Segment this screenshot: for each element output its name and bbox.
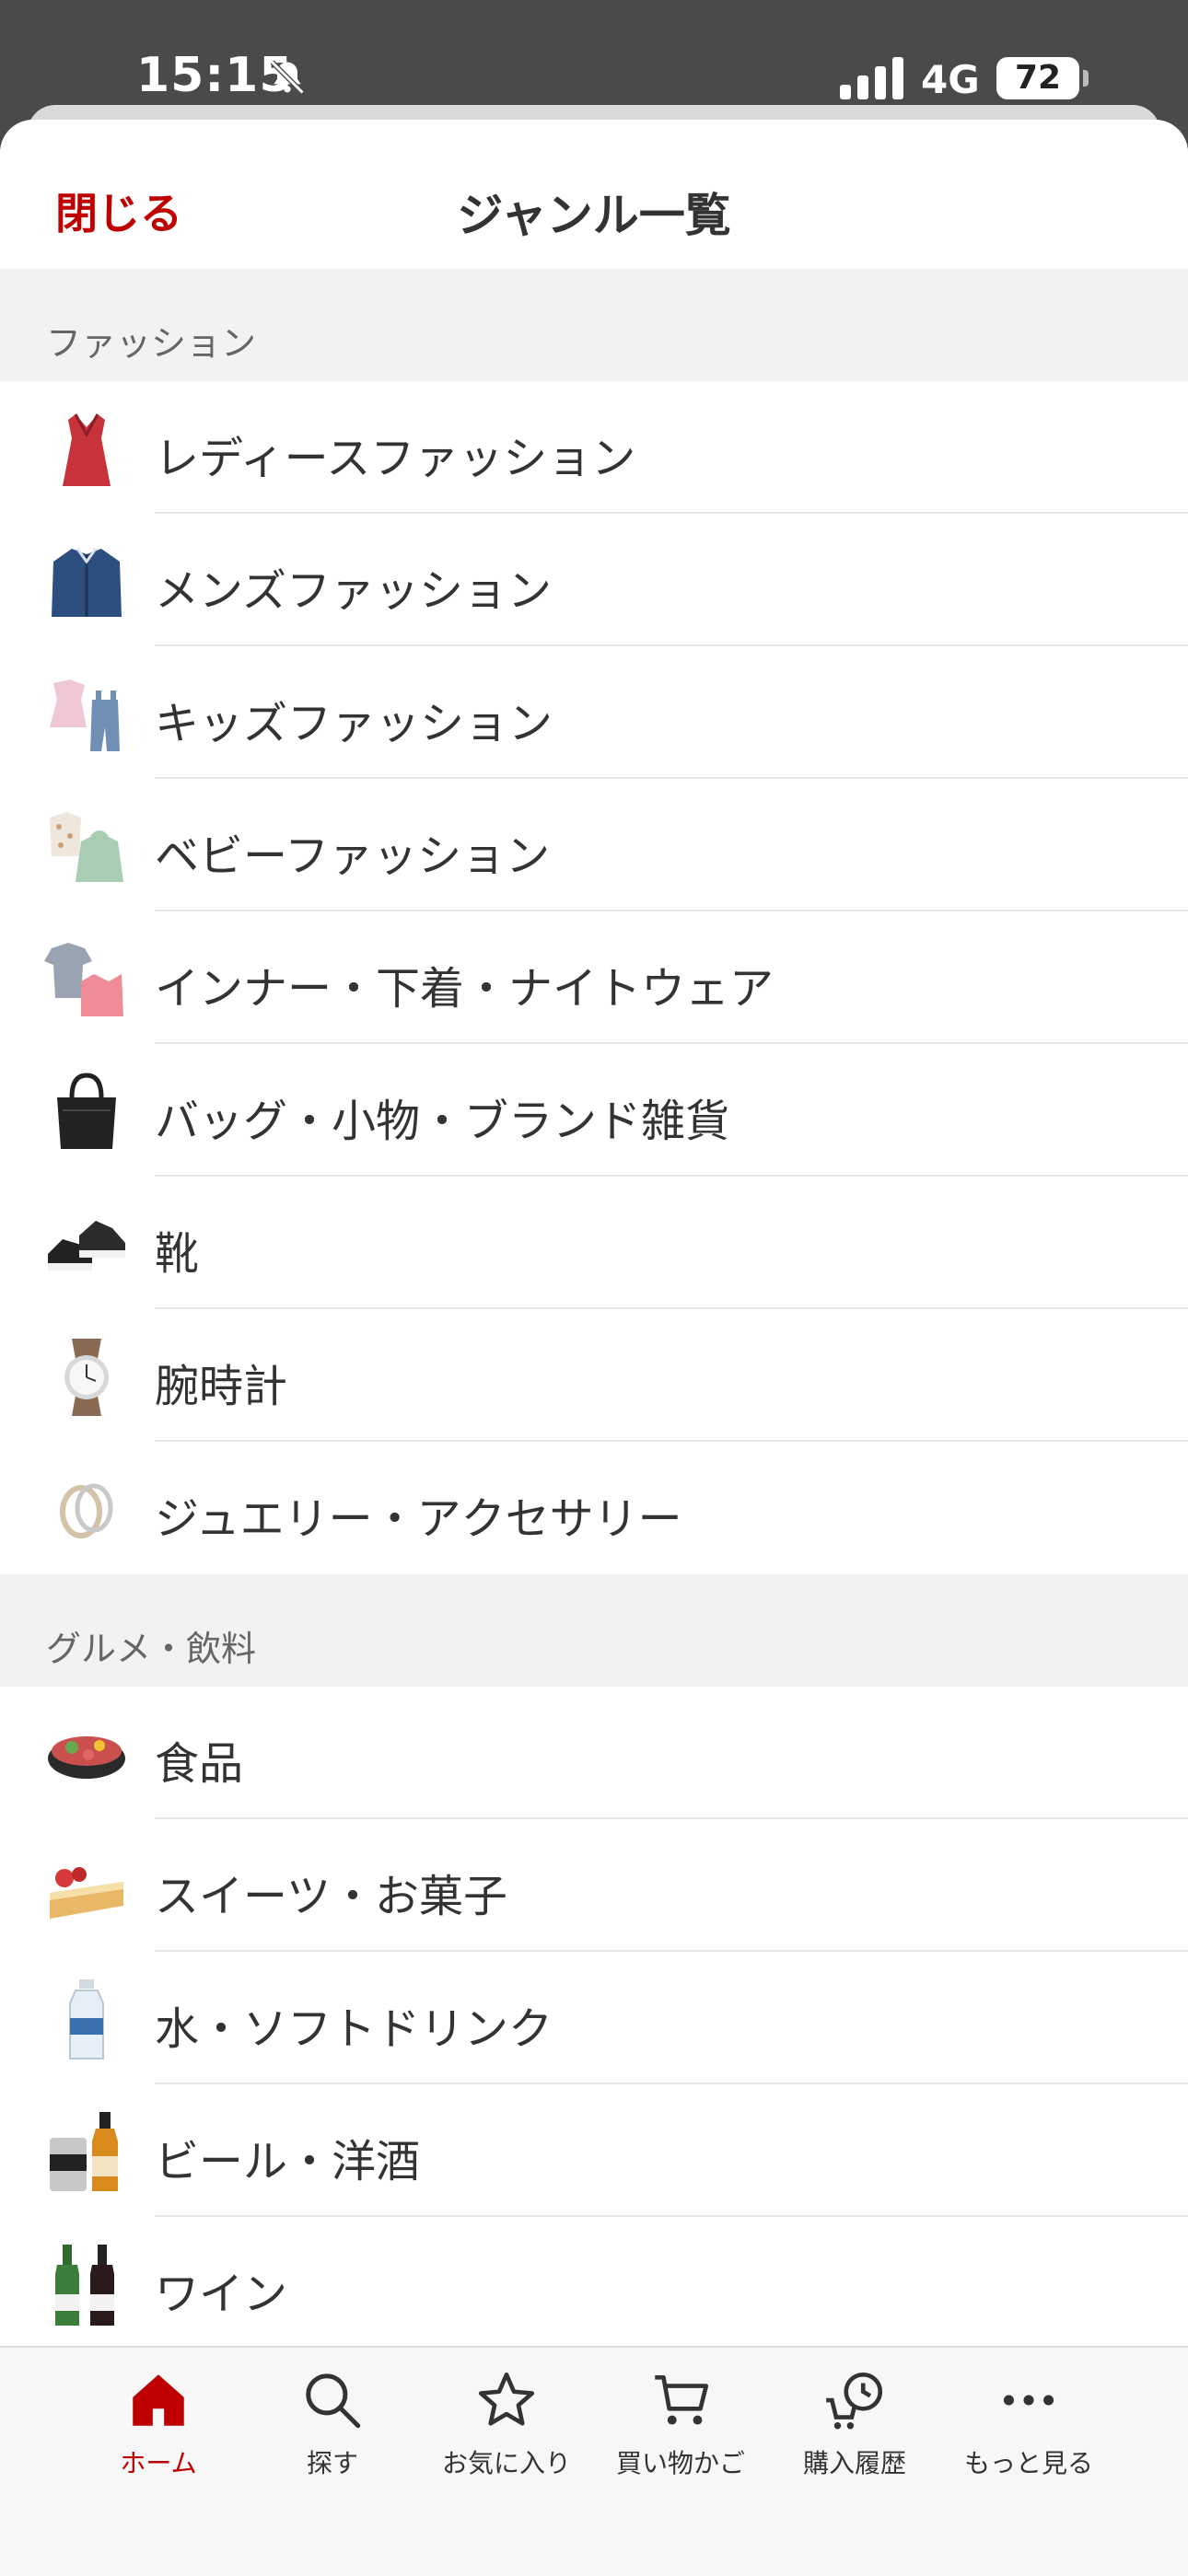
- genre-label: バッグ・小物・ブランド雑貨: [155, 1096, 730, 1147]
- purchase-history-icon: [826, 2372, 883, 2430]
- baby-clothes-icon: [50, 812, 123, 882]
- genre-label: ジュエリー・アクセサリー: [155, 1493, 682, 1545]
- genre-label: 食品: [155, 1738, 244, 1790]
- genre-label: ワイン: [155, 2269, 288, 2320]
- genre-item-ladies-fashion[interactable]: レディースファッション: [0, 381, 1188, 514]
- beer-icon: [50, 2112, 118, 2191]
- genre-item-baby-fashion[interactable]: ベビーファッション: [0, 779, 1188, 911]
- sneakers-icon: [48, 1221, 125, 1271]
- water-bottle-icon: [69, 1979, 104, 2060]
- network-type: 4G: [921, 57, 980, 102]
- rings-icon: [60, 1483, 113, 1538]
- home-icon: [133, 2374, 184, 2426]
- genre-item-food[interactable]: 食品: [0, 1687, 1188, 1819]
- sheet-header: 閉じる ジャンル一覧: [0, 120, 1188, 269]
- cart-icon: [655, 2375, 709, 2425]
- tab-cart[interactable]: 買い物かご: [593, 2366, 768, 2480]
- more-icon: [1003, 2395, 1054, 2406]
- genre-label: 水・ソフトドリンク: [155, 2003, 553, 2055]
- genre-item-mens-fashion[interactable]: メンズファッション: [0, 514, 1188, 646]
- section-header-fashion: ファッション: [0, 269, 1188, 381]
- genre-label: ビール・洋酒: [155, 2136, 421, 2187]
- genre-label: ベビーファッション: [155, 830, 551, 882]
- genre-item-bags[interactable]: バッグ・小物・ブランド雑貨: [0, 1044, 1188, 1177]
- signal-icon: [840, 57, 903, 99]
- genre-item-kids-fashion[interactable]: キッズファッション: [0, 646, 1188, 779]
- page-title: ジャンル一覧: [457, 189, 731, 242]
- genre-label: レディースファッション: [155, 433, 636, 484]
- genre-list-sheet: 閉じる ジャンル一覧 ファッション レディースファッション メンズファッション …: [0, 120, 1188, 2574]
- star-icon: [478, 2372, 535, 2426]
- bell-muted-icon: [270, 60, 305, 95]
- genre-label: 腕時計: [155, 1361, 288, 1412]
- tab-label: ホーム: [120, 2448, 197, 2478]
- genre-item-shoes[interactable]: 靴: [0, 1177, 1188, 1309]
- cake-icon: [50, 1867, 123, 1919]
- shirt-icon: [52, 548, 122, 617]
- tab-label: お気に入り: [441, 2448, 571, 2478]
- tab-search[interactable]: 探す: [245, 2366, 420, 2480]
- tab-purchase-history[interactable]: 購入履歴: [767, 2366, 942, 2480]
- genre-item-wine[interactable]: ワイン: [0, 2217, 1188, 2350]
- genre-label: インナー・下着・ナイトウェア: [155, 963, 775, 1015]
- tab-home[interactable]: ホーム: [71, 2366, 246, 2480]
- battery-cap: [1083, 70, 1089, 87]
- food-pot-icon: [48, 1736, 125, 1779]
- genre-item-beer-liquor[interactable]: ビール・洋酒: [0, 2084, 1188, 2217]
- tab-label: 購入履歴: [802, 2448, 906, 2478]
- genre-item-sweets[interactable]: スイーツ・お菓子: [0, 1819, 1188, 1952]
- battery-icon: 72: [996, 57, 1079, 99]
- genre-label: メンズファッション: [155, 565, 553, 617]
- status-bar: 15:15 4G 72: [0, 0, 1188, 120]
- genre-item-water-softdrink[interactable]: 水・ソフトドリンク: [0, 1952, 1188, 2084]
- kids-clothes-icon: [50, 679, 120, 751]
- innerwear-icon: [44, 943, 123, 1016]
- genre-label: 靴: [155, 1228, 200, 1280]
- bag-icon: [57, 1073, 116, 1149]
- tab-label: もっと見る: [963, 2448, 1093, 2478]
- genre-label: スイーツ・お菓子: [155, 1871, 508, 1922]
- genre-item-innerwear[interactable]: インナー・下着・ナイトウェア: [0, 911, 1188, 1044]
- bottom-tab-bar: ホーム 探す お気に入り 買い物かご 購入履歴 もっと見る: [0, 2346, 1188, 2576]
- genre-item-jewelry[interactable]: ジュエリー・アクセサリー: [0, 1442, 1188, 1574]
- battery-level: 72: [1014, 59, 1062, 97]
- wine-bottles-icon: [55, 2245, 114, 2326]
- genre-label: キッズファッション: [155, 698, 553, 749]
- watch-icon: [64, 1339, 109, 1416]
- tab-favorites[interactable]: お気に入り: [419, 2366, 594, 2480]
- dress-icon: [63, 413, 111, 486]
- genre-item-watches[interactable]: 腕時計: [0, 1309, 1188, 1442]
- tab-label: 買い物かご: [615, 2448, 745, 2478]
- tab-label: 探す: [306, 2448, 358, 2478]
- section-header-gourmet: グルメ・飲料: [0, 1574, 1188, 1687]
- tab-more[interactable]: もっと見る: [941, 2366, 1116, 2480]
- search-icon: [306, 2373, 361, 2429]
